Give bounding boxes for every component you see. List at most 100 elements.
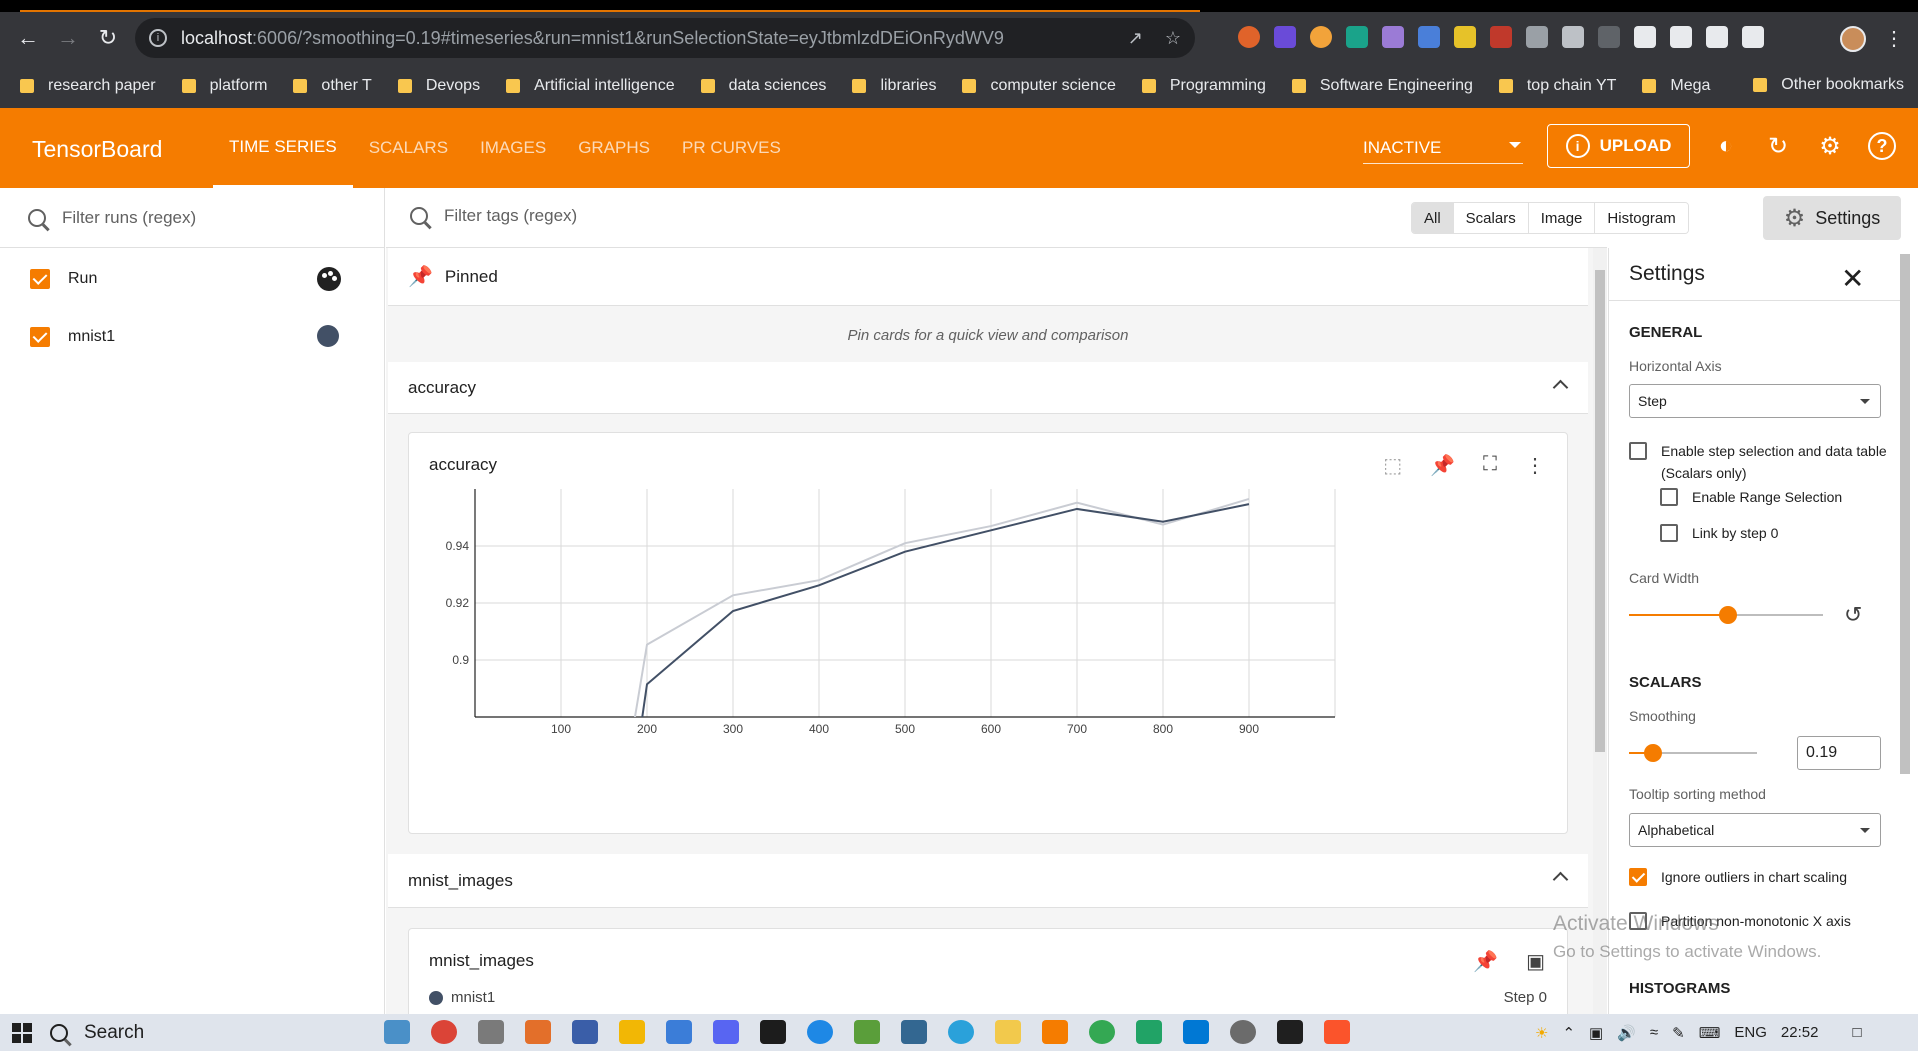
postgres-icon[interactable] xyxy=(901,1020,927,1044)
slider-thumb[interactable] xyxy=(1644,744,1663,762)
select-all-runs-checkbox[interactable] xyxy=(30,269,50,289)
filter-all[interactable]: All xyxy=(1412,203,1454,233)
extension-icon[interactable] xyxy=(1346,26,1368,48)
ignore-outliers-checkbox[interactable] xyxy=(1629,868,1647,886)
ignore-outliers-option[interactable]: Ignore outliers in chart scaling xyxy=(1629,866,1847,888)
filter-tags-input[interactable]: Filter tags (regex) xyxy=(410,206,577,226)
tab-time-series[interactable]: TIME SERIES xyxy=(213,108,353,188)
forward-icon[interactable]: → xyxy=(50,20,86,56)
bookmark-item[interactable]: Software Engineering xyxy=(1291,77,1473,95)
notion-icon[interactable] xyxy=(1277,1020,1303,1044)
tensorboard-icon[interactable] xyxy=(1042,1020,1068,1044)
refresh-icon[interactable]: ↻ xyxy=(1764,132,1792,160)
windows-start-icon[interactable] xyxy=(12,1022,32,1043)
bookmark-item[interactable]: Programming xyxy=(1141,77,1266,95)
profile-avatar[interactable] xyxy=(1840,26,1866,52)
reset-width-icon[interactable]: ↺ xyxy=(1844,602,1862,628)
filter-histogram[interactable]: Histogram xyxy=(1595,203,1688,233)
extension-icon[interactable] xyxy=(1274,26,1296,48)
app-icon[interactable] xyxy=(1136,1020,1162,1044)
translate-icon[interactable] xyxy=(1418,26,1440,48)
chevron-up-icon[interactable] xyxy=(1552,379,1569,396)
theme-toggle-icon[interactable]: ◐ xyxy=(1712,132,1740,160)
tab-graphs[interactable]: GRAPHS xyxy=(562,108,666,188)
app-icon[interactable] xyxy=(807,1020,833,1044)
shield-icon[interactable] xyxy=(1562,26,1584,48)
palette-icon[interactable] xyxy=(317,267,341,291)
horizontal-axis-select[interactable]: Step xyxy=(1629,384,1881,418)
accuracy-line-chart[interactable]: 100 200 300 400 500 600 700 800 900 0.9 0.92 0.94 xyxy=(409,489,1569,833)
app-icon[interactable] xyxy=(666,1020,692,1044)
notifications-icon[interactable]: □ xyxy=(1852,1024,1861,1041)
filter-scalars[interactable]: Scalars xyxy=(1453,203,1529,233)
app-icon[interactable] xyxy=(760,1020,786,1044)
back-icon[interactable]: ← xyxy=(10,20,46,56)
share-icon[interactable]: ↗ xyxy=(1128,28,1143,49)
tab-pr-curves[interactable]: PR CURVES xyxy=(666,108,797,188)
site-info-icon[interactable]: i xyxy=(149,29,167,47)
bookmark-star-icon[interactable]: ☆ xyxy=(1165,28,1181,49)
filter-runs-input[interactable]: Filter runs (regex) xyxy=(0,188,384,248)
link-by-step-option[interactable]: Link by step 0 xyxy=(1660,522,1778,544)
browser-menu-icon[interactable]: ⋮ xyxy=(1884,26,1904,51)
bookmark-item[interactable]: libraries xyxy=(852,77,936,95)
keyboard-icon[interactable]: ⌨ xyxy=(1699,1024,1721,1042)
run-color-swatch[interactable] xyxy=(317,325,339,347)
bookmark-item[interactable]: research paper xyxy=(20,77,156,95)
pin-card-icon[interactable]: 📌 xyxy=(1430,453,1455,478)
pen-icon[interactable]: ✎ xyxy=(1672,1024,1685,1042)
wifi-icon[interactable]: ≈ xyxy=(1650,1024,1658,1041)
clock[interactable]: 22:52 xyxy=(1781,1024,1819,1041)
bookmark-item[interactable]: other T xyxy=(293,77,372,95)
link-by-step-checkbox[interactable] xyxy=(1660,524,1678,542)
extension-icon[interactable] xyxy=(1238,26,1260,48)
address-bar[interactable]: i localhost:6006/?smoothing=0.19#timeser… xyxy=(135,18,1195,58)
bookmark-item[interactable]: computer science xyxy=(962,77,1116,95)
card-width-slider[interactable] xyxy=(1629,606,1823,624)
side-panel-icon[interactable] xyxy=(1742,26,1764,48)
tab-scalars[interactable]: SCALARS xyxy=(353,108,464,188)
app-icon[interactable] xyxy=(572,1020,598,1044)
help-icon[interactable]: ? xyxy=(1868,132,1896,160)
chevron-up-icon[interactable] xyxy=(1552,871,1569,888)
tab-images[interactable]: IMAGES xyxy=(464,108,562,188)
filter-image[interactable]: Image xyxy=(1528,203,1596,233)
bookmark-item[interactable]: top chain YT xyxy=(1498,77,1616,95)
language-indicator[interactable]: ENG xyxy=(1734,1024,1767,1041)
tab-strip[interactable] xyxy=(0,0,1918,12)
tray-icon[interactable]: ▣ xyxy=(1589,1024,1603,1042)
extension-icon[interactable] xyxy=(1454,26,1476,48)
range-selection-checkbox[interactable] xyxy=(1660,488,1678,506)
main-scrollbar[interactable] xyxy=(1593,248,1607,1014)
chrome-icon[interactable] xyxy=(1089,1020,1115,1044)
pin-card-icon[interactable]: 📌 xyxy=(1473,949,1498,974)
fullscreen-icon[interactable]: ⛶ xyxy=(1483,453,1497,478)
volume-icon[interactable]: 🔊 xyxy=(1617,1024,1636,1042)
close-icon[interactable]: ✕ xyxy=(1841,262,1864,295)
chrome-icon[interactable] xyxy=(431,1020,457,1044)
inactive-dashboards-select[interactable]: INACTIVE xyxy=(1363,132,1523,164)
upload-button[interactable]: i UPLOAD xyxy=(1547,124,1690,168)
step-selection-checkbox[interactable] xyxy=(1629,442,1647,460)
extension-icon[interactable] xyxy=(1598,26,1620,48)
tooltip-sort-select[interactable]: Alphabetical xyxy=(1629,813,1881,847)
range-selection-option[interactable]: Enable Range Selection xyxy=(1660,486,1842,508)
settings-toggle-button[interactable]: ⚙ Settings xyxy=(1763,196,1901,240)
slider-thumb[interactable] xyxy=(1718,606,1737,624)
bookmark-item[interactable]: Artificial intelligence xyxy=(506,77,675,95)
app-icon[interactable] xyxy=(478,1020,504,1044)
file-explorer-icon[interactable] xyxy=(995,1020,1021,1044)
vscode-icon[interactable] xyxy=(1183,1020,1209,1044)
puzzle-icon[interactable] xyxy=(1634,26,1656,48)
reload-icon[interactable]: ↻ xyxy=(90,20,126,56)
extension-icon[interactable] xyxy=(1310,26,1332,48)
telegram-icon[interactable] xyxy=(948,1020,974,1044)
smoothing-input[interactable]: 0.19 xyxy=(1797,736,1881,770)
bookmark-item[interactable]: Devops xyxy=(397,77,480,95)
download-icon[interactable] xyxy=(1706,26,1728,48)
smoothing-slider[interactable] xyxy=(1629,744,1757,762)
brave-icon[interactable] xyxy=(1324,1020,1350,1044)
accuracy-group-header[interactable]: accuracy xyxy=(388,362,1588,414)
discord-icon[interactable] xyxy=(713,1020,739,1044)
fit-domain-icon[interactable]: ⬚ xyxy=(1383,453,1402,478)
